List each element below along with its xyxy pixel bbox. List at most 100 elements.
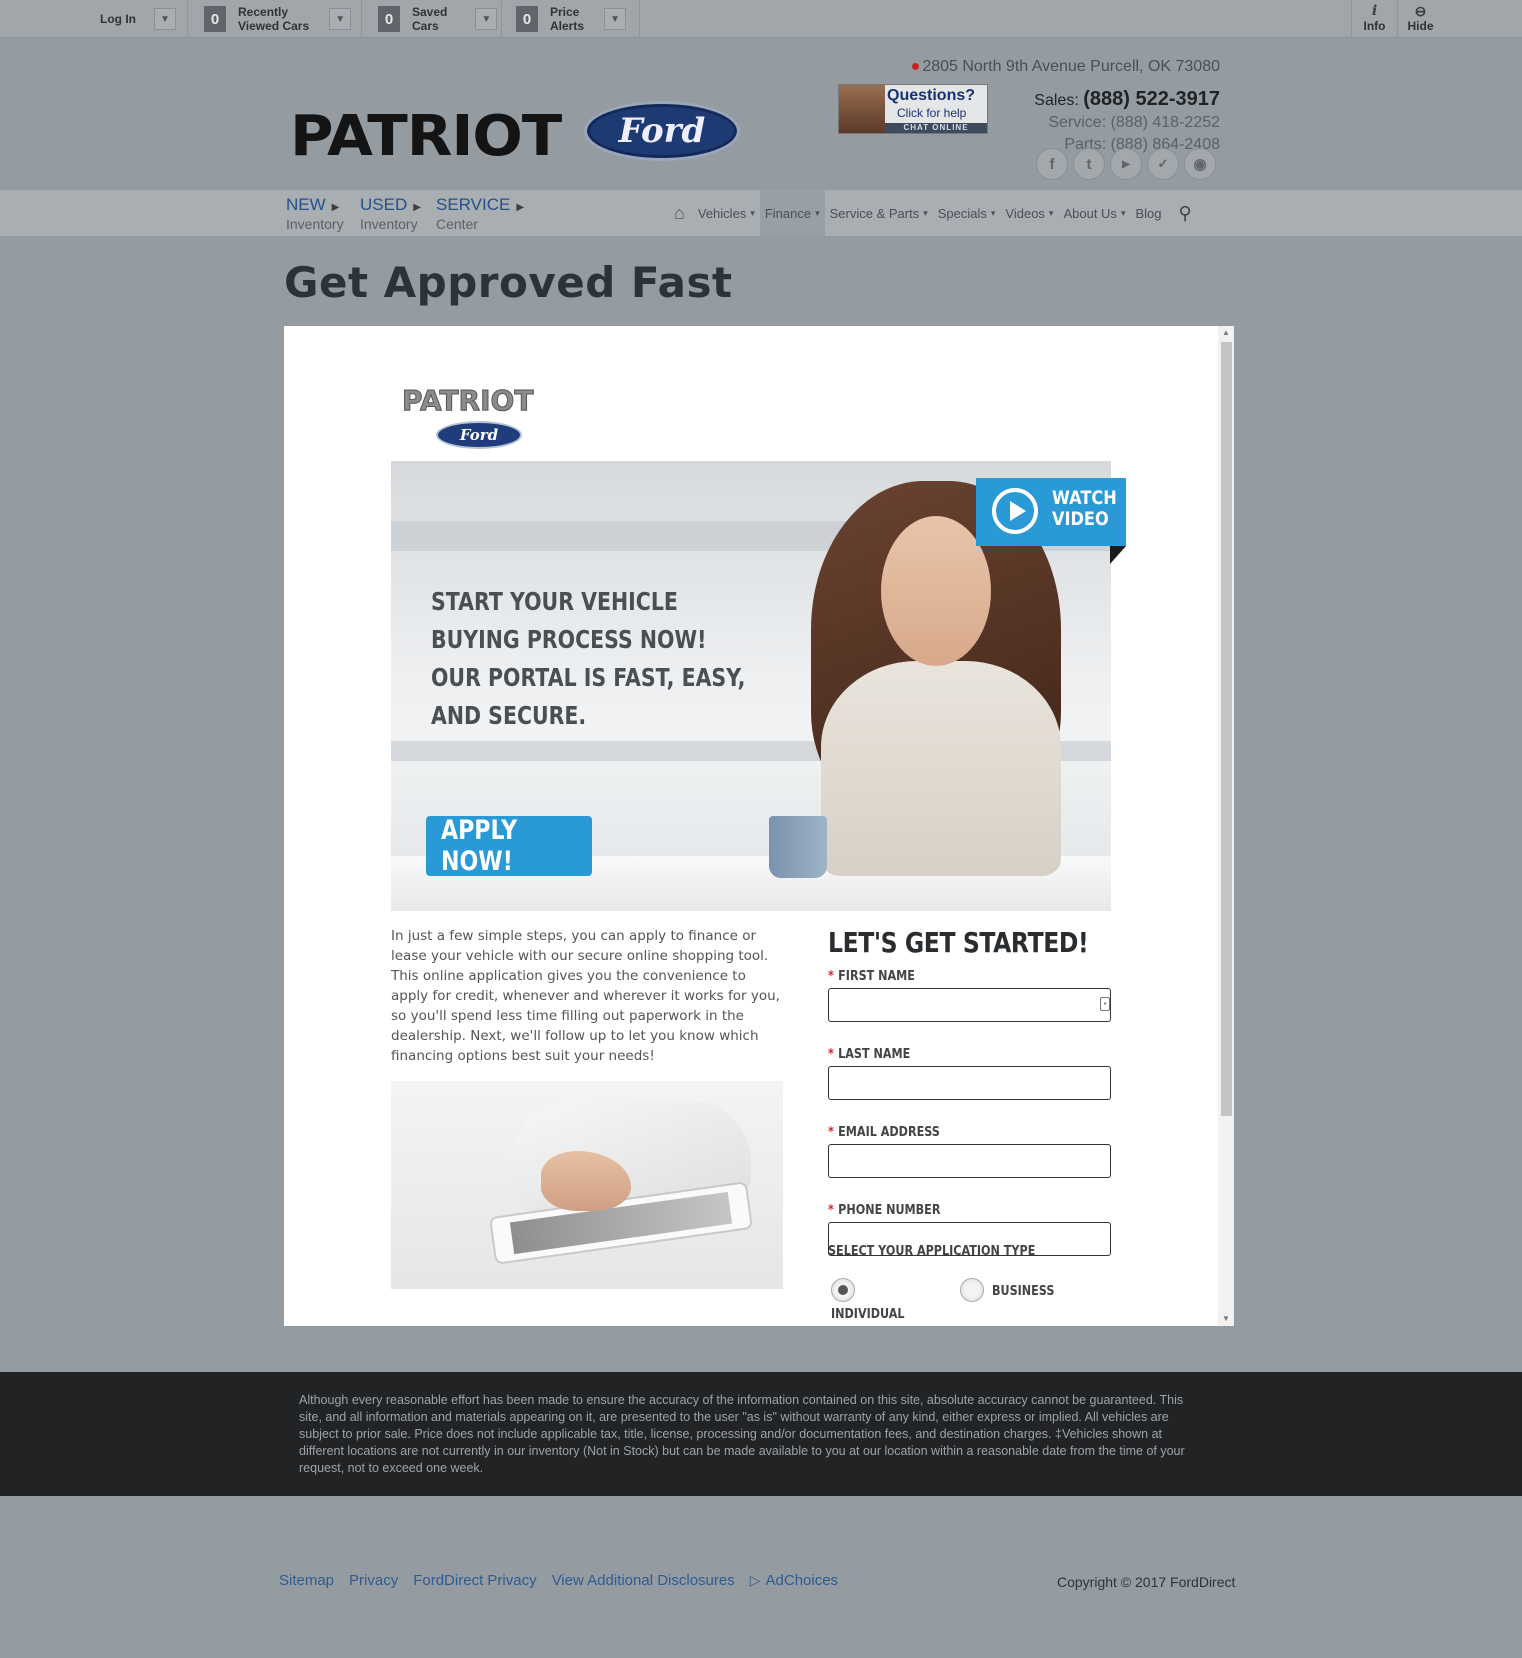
facebook-icon[interactable]: f — [1036, 148, 1068, 180]
home-icon[interactable]: ⌂ — [666, 203, 693, 224]
menu-finance[interactable]: Finance ▾ — [759, 190, 825, 236]
footer-link-sitemap[interactable]: Sitemap — [279, 1572, 334, 1589]
business-radio[interactable] — [960, 1278, 984, 1302]
login-group[interactable]: Log In ▼ — [0, 0, 188, 38]
price-alerts-dropdown-icon[interactable]: ▼ — [604, 8, 627, 30]
nav-service-center[interactable]: SERVICE ▶ Center — [436, 196, 525, 232]
search-icon[interactable]: ⚲ — [1179, 203, 1192, 224]
tablet-hand-image — [391, 1081, 783, 1289]
chat-agent-avatar — [839, 85, 885, 133]
menu-videos[interactable]: Videos ▾ — [1000, 190, 1058, 236]
menu-service-parts[interactable]: Service & Parts ▾ — [825, 190, 933, 236]
scroll-down-icon[interactable]: ▼ — [1218, 1312, 1234, 1326]
individual-radio[interactable] — [831, 1278, 855, 1302]
chat-subtitle: Click for help — [897, 106, 967, 120]
price-alerts-group[interactable]: 0 Price Alerts ▼ — [502, 0, 640, 38]
hide-label: Hide — [1407, 19, 1434, 33]
social-links: f t ▶ ✓ ◉ — [1036, 148, 1216, 180]
ford-logo[interactable]: Ford — [584, 101, 740, 161]
twitter-icon[interactable]: t — [1073, 148, 1105, 180]
business-radio-label[interactable]: BUSINESS — [992, 1284, 1054, 1299]
page-title: Get Approved Fast — [284, 258, 733, 307]
hero-headline: START YOUR VEHICLE BUYING PROCESS NOW! O… — [431, 587, 746, 730]
dealer-address[interactable]: ● 2805 North 9th Avenue Purcell, OK 73080 — [911, 58, 1220, 76]
login-dropdown-icon[interactable]: ▼ — [154, 8, 176, 30]
menu-blog[interactable]: Blog — [1130, 190, 1166, 236]
recently-viewed-label[interactable]: Recently Viewed Cars — [238, 5, 309, 33]
phone-label: * PHONE NUMBER — [828, 1203, 941, 1218]
panel-dealer-logo: PATRIOT Ford — [402, 384, 552, 449]
chevron-down-icon: ▾ — [923, 207, 928, 218]
caret-right-icon: ▶ — [331, 202, 340, 213]
recently-viewed-group[interactable]: 0 Recently Viewed Cars ▼ — [188, 0, 362, 38]
site-header: PATRIOT Ford ● 2805 North 9th Avenue Purc… — [0, 38, 1522, 190]
disclaimer-text: Although every reasonable effort has bee… — [299, 1393, 1185, 1475]
footer-link-adchoices[interactable]: ▷ AdChoices — [750, 1572, 838, 1589]
reviews-icon[interactable]: ✓ — [1147, 148, 1179, 180]
footer-link-forddirect-privacy[interactable]: FordDirect Privacy — [413, 1572, 536, 1589]
first-name-label: * FIRST NAME — [828, 969, 915, 984]
menu-vehicles[interactable]: Vehicles ▾ — [693, 190, 760, 236]
footer-link-additional-disclosures[interactable]: View Additional Disclosures — [552, 1572, 735, 1589]
chevron-down-icon: ▾ — [990, 207, 996, 218]
location-icon[interactable]: ◉ — [1184, 148, 1216, 180]
form-title: LET'S GET STARTED! — [828, 926, 1089, 959]
youtube-icon[interactable]: ▶ — [1110, 148, 1142, 180]
individual-radio-label[interactable]: INDIVIDUAL — [831, 1307, 905, 1322]
main-nav: NEW ▶ Inventory USED ▶ Inventory SERVICE ▶ … — [0, 190, 1522, 236]
recently-viewed-dropdown-icon[interactable]: ▼ — [329, 8, 352, 30]
chevron-down-icon: ▾ — [1120, 207, 1126, 218]
scroll-thumb[interactable] — [1221, 342, 1232, 1116]
watch-video-button[interactable]: WATCH VIDEO — [976, 478, 1126, 546]
scroll-up-icon[interactable]: ▲ — [1218, 326, 1234, 340]
footer-link-privacy[interactable]: Privacy — [349, 1572, 398, 1589]
nav-new-inventory[interactable]: NEW ▶ Inventory — [286, 196, 344, 232]
lead-form: LET'S GET STARTED! * FIRST NAME ▪ * LAST N… — [828, 926, 1118, 1281]
top-toolbar: Log In ▼ 0 Recently Viewed Cars ▼ 0 Saved… — [0, 0, 1522, 38]
saved-cars-dropdown-icon[interactable]: ▼ — [475, 8, 498, 30]
price-alerts-label[interactable]: Price Alerts — [550, 5, 584, 33]
frame-scrollbar[interactable]: ▲ ▼ — [1218, 326, 1234, 1326]
chat-cta: CHAT ONLINE — [885, 123, 987, 133]
intro-text: In just a few simple steps, you can appl… — [391, 928, 780, 1064]
info-label: Info — [1363, 19, 1386, 33]
email-label: * EMAIL ADDRESS — [828, 1125, 940, 1140]
sales-phone[interactable]: Sales: (888) 522-3917 — [1034, 88, 1220, 112]
login-link[interactable]: Log In — [100, 12, 136, 26]
menu-specials[interactable]: Specials ▾ — [933, 190, 1001, 236]
footer-links: Sitemap Privacy FordDirect Privacy View … — [279, 1572, 838, 1589]
saved-cars-group[interactable]: 0 Saved Cars ▼ — [362, 0, 502, 38]
nav-used-inventory[interactable]: USED ▶ Inventory — [360, 196, 421, 232]
dealer-logo[interactable]: PATRIOT — [290, 104, 562, 169]
chat-online-button[interactable]: Questions? Click for help CHAT ONLINE — [838, 84, 988, 134]
email-input[interactable] — [828, 1144, 1111, 1178]
chevron-down-icon: ▾ — [1048, 207, 1054, 218]
map-pin-icon: ● — [910, 58, 921, 75]
last-name-label: * LAST NAME — [828, 1047, 911, 1062]
info-button[interactable]: i Info — [1351, 0, 1397, 38]
saved-cars-label[interactable]: Saved Cars — [412, 5, 447, 33]
disclaimer-section: Although every reasonable effort has bee… — [0, 1372, 1522, 1496]
price-alerts-count: 0 — [516, 6, 538, 32]
hide-button[interactable]: ⊖ Hide — [1397, 0, 1443, 38]
first-name-input[interactable] — [828, 988, 1111, 1022]
last-name-input[interactable] — [828, 1066, 1111, 1100]
finance-application-frame[interactable]: PATRIOT Ford START YOUR VEHICLE BUYING P… — [284, 326, 1234, 1326]
caret-right-icon: ▶ — [516, 202, 525, 213]
caret-right-icon: ▶ — [413, 202, 421, 213]
chat-title: Questions? — [887, 87, 976, 104]
phone-numbers: Sales: (888) 522-3917 Service: (888) 418… — [1034, 88, 1220, 156]
main-menu: ⌂ Vehicles ▾ Finance ▾ Service & Parts ▾ Sp… — [666, 190, 1192, 236]
coffee-mug-image — [769, 816, 827, 878]
recently-viewed-count: 0 — [204, 6, 226, 32]
ribbon-fold — [1110, 546, 1126, 564]
menu-about-us[interactable]: About Us ▾ — [1058, 190, 1130, 236]
apply-now-button[interactable]: APPLY NOW! — [426, 815, 592, 877]
chevron-down-icon: ▾ — [750, 207, 755, 218]
service-phone[interactable]: Service: (888) 418-2252 — [1034, 112, 1220, 134]
contact-card-icon[interactable]: ▪ — [1100, 997, 1110, 1011]
application-type-label: SELECT YOUR APPLICATION TYPE — [828, 1244, 1036, 1259]
minus-circle-icon: ⊖ — [1414, 3, 1427, 19]
saved-cars-count: 0 — [378, 6, 400, 32]
chevron-down-icon: ▾ — [815, 207, 820, 218]
